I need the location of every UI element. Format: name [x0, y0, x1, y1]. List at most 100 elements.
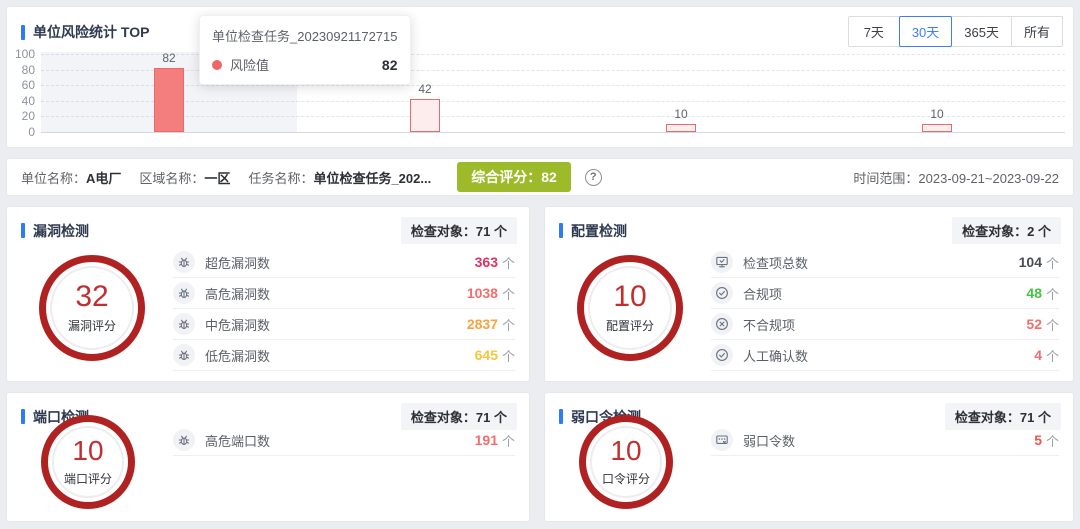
metric-rows: 检查项总数 104 个 合规项 48 个 不合规项 52 个 人工确认数 4 个 — [711, 247, 1059, 371]
help-question-icon[interactable]: ? — [585, 169, 602, 186]
title-accent-bar — [559, 409, 563, 424]
metric-label: 中危漏洞数 — [205, 315, 270, 334]
range-button-30d[interactable]: 30天 — [899, 16, 952, 47]
metric-value: 2837 — [467, 316, 498, 332]
metric-label: 低危漏洞数 — [205, 346, 270, 365]
score-gauge: 32 漏洞评分 — [39, 255, 145, 361]
card-title: 漏洞检测 — [33, 221, 89, 241]
metric-row: 人工确认数 4 个 — [711, 340, 1059, 371]
check-object-unit: 个 — [1038, 224, 1051, 239]
y-axis-tick: 0 — [9, 125, 35, 139]
bar-group: 42 — [410, 82, 440, 132]
y-axis-tick: 100 — [9, 47, 35, 61]
title-accent-bar — [21, 25, 25, 40]
check-object-value: 2 — [1027, 224, 1034, 239]
range-button-all[interactable]: 所有 — [1011, 16, 1063, 47]
task-name-value: 单位检查任务_202... — [313, 171, 431, 186]
chart-tooltip: 单位检查任务_20230921172715 风险值 82 — [199, 15, 411, 85]
password-icon — [711, 429, 733, 451]
score-number: 10 — [72, 437, 103, 465]
metric-value: 645 — [475, 347, 498, 363]
y-axis-tick: 80 — [9, 63, 35, 77]
time-range-button-group: 7天 30天 365天 所有 — [848, 16, 1063, 47]
metric-rows: 超危漏洞数 363 个 高危漏洞数 1038 个 中危漏洞数 2837 个 低危… — [173, 247, 515, 371]
x-axis-line — [41, 132, 1065, 133]
metric-row: 中危漏洞数 2837 个 — [173, 309, 515, 340]
weak-password-detection-card: 弱口令检测 检查对象：71 个 10 口令评分 弱口令数 5 个 — [544, 392, 1074, 522]
metric-value: 1038 — [467, 285, 498, 301]
metric-unit: 个 — [502, 346, 515, 365]
score-number: 10 — [610, 437, 641, 465]
metric-label: 超危漏洞数 — [205, 253, 270, 272]
monitor-check-icon — [711, 251, 733, 273]
metric-label: 不合规项 — [743, 315, 795, 334]
tooltip-series-label: 风险值 — [230, 55, 269, 74]
check-object-badge: 检查对象：2 个 — [952, 217, 1061, 244]
task-name-field: 任务名称：单位检查任务_202... — [248, 168, 431, 187]
metric-unit: 个 — [1046, 346, 1059, 365]
title-accent-bar — [559, 223, 563, 238]
score-number: 32 — [75, 282, 108, 312]
title-accent-bar — [21, 409, 25, 424]
score-gauge: 10 配置评分 — [577, 255, 683, 361]
bar-group: 10 — [666, 107, 696, 132]
metric-unit: 个 — [502, 315, 515, 334]
metric-unit: 个 — [1046, 431, 1059, 450]
range-button-365d[interactable]: 365天 — [951, 16, 1012, 47]
score-gauge-inner: 32 漏洞评分 — [50, 266, 134, 350]
metric-value: 4 — [1034, 347, 1042, 363]
bug-icon — [173, 313, 195, 335]
metric-value: 363 — [475, 254, 498, 270]
check-object-unit: 个 — [494, 224, 507, 239]
metric-unit: 个 — [1046, 284, 1059, 303]
score-gauge: 10 口令评分 — [579, 415, 673, 509]
score-gauge-inner: 10 口令评分 — [590, 426, 662, 498]
area-name-value: 一区 — [204, 171, 230, 186]
chart-bar[interactable] — [410, 99, 440, 132]
check-object-value: 71 — [476, 410, 490, 425]
time-range-label: 时间范围： — [853, 171, 918, 186]
chart-bar[interactable] — [154, 68, 184, 132]
score-gauge-inner: 10 配置评分 — [588, 266, 672, 350]
check-object-unit: 个 — [494, 410, 507, 425]
check-object-value: 71 — [476, 224, 490, 239]
metric-label: 人工确认数 — [743, 346, 808, 365]
y-axis-tick: 40 — [9, 94, 35, 108]
x-circle-icon — [711, 313, 733, 335]
tooltip-row: 风险值 82 — [212, 55, 398, 74]
card-title: 配置检测 — [571, 221, 627, 241]
bar-chart-plot: 100 80 60 40 20 0 82 42 10 10 — [41, 54, 1065, 132]
tooltip-title: 单位检查任务_20230921172715 — [212, 26, 398, 45]
metric-row: 高危漏洞数 1038 个 — [173, 278, 515, 309]
metric-label: 弱口令数 — [743, 431, 795, 450]
unit-name-label: 单位名称： — [21, 171, 86, 186]
score-label: 配置评分 — [606, 317, 654, 334]
metric-value: 52 — [1026, 316, 1042, 332]
check-object-unit: 个 — [1038, 410, 1051, 425]
score-label: 漏洞评分 — [68, 317, 116, 334]
bar-group: 82 — [154, 51, 184, 132]
time-range-value: 2023-09-21~2023-09-22 — [918, 171, 1059, 186]
check-object-label: 检查对象： — [962, 224, 1027, 239]
risk-statistics-card: 单位风险统计 TOP 7天 30天 365天 所有 100 80 60 40 2… — [6, 6, 1074, 148]
chart-bar[interactable] — [666, 124, 696, 132]
metric-unit: 个 — [1046, 253, 1059, 272]
tooltip-value: 82 — [336, 57, 398, 73]
y-axis-tick: 20 — [9, 109, 35, 123]
metric-rows: 高危端口数 191 个 — [173, 425, 515, 456]
metric-row: 检查项总数 104 个 — [711, 247, 1059, 278]
bar-value-label: 42 — [418, 82, 431, 96]
chart-title: 单位风险统计 TOP — [33, 22, 149, 42]
card-title-block: 配置检测 — [559, 221, 627, 241]
metric-row: 弱口令数 5 个 — [711, 425, 1059, 456]
check-circle-icon — [711, 282, 733, 304]
y-axis-tick: 60 — [9, 78, 35, 92]
range-button-7d[interactable]: 7天 — [848, 16, 900, 47]
check-object-label: 检查对象： — [411, 410, 476, 425]
unit-name-value: A电厂 — [86, 171, 121, 186]
card-header: 配置检测 检查对象：2 个 — [545, 207, 1073, 250]
chart-bar[interactable] — [922, 124, 952, 132]
card-header: 漏洞检测 检查对象：71 个 — [7, 207, 529, 250]
check-circle-icon — [711, 344, 733, 366]
metric-row: 不合规项 52 个 — [711, 309, 1059, 340]
